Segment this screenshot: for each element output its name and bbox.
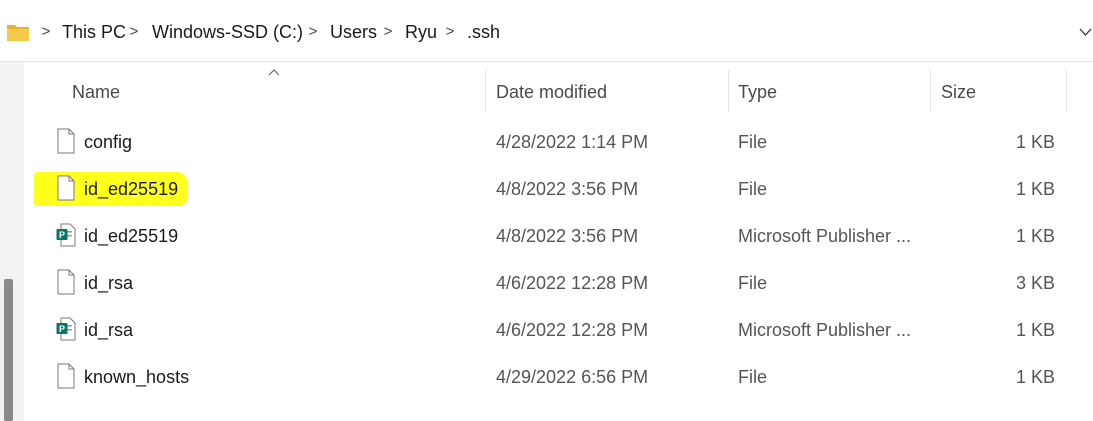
file-row[interactable]: id_ed25519 4/8/2022 3:56 PM File 1 KB [24, 166, 1093, 213]
svg-text:P: P [59, 324, 65, 334]
column-divider[interactable] [728, 70, 729, 112]
svg-text:P: P [59, 230, 65, 240]
chevron-right-icon[interactable]: > [382, 22, 394, 42]
file-row[interactable]: P id_ed25519 4/8/2022 3:56 PM Microsoft … [24, 213, 1093, 260]
file-row[interactable]: known_hosts 4/29/2022 6:56 PM File 1 KB [24, 354, 1093, 401]
column-header-type[interactable]: Type [738, 80, 777, 104]
column-header-name[interactable]: Name [72, 80, 120, 104]
generic-file-icon [57, 269, 75, 295]
publisher-file-icon: P [56, 317, 76, 341]
breadcrumb-this-pc[interactable]: This PC [62, 20, 126, 44]
file-name: id_ed25519 [84, 179, 179, 199]
breadcrumb-windows-ssd[interactable]: Windows-SSD (C:) [152, 20, 303, 44]
file-type: Microsoft Publisher ... [738, 226, 912, 246]
column-header: Name Date modified Type Size [24, 62, 1093, 120]
file-size: 1 KB [1015, 132, 1055, 152]
publisher-file-icon: P [56, 223, 76, 247]
file-row[interactable]: config 4/28/2022 1:14 PM File 1 KB [24, 119, 1093, 166]
folder-icon [7, 25, 29, 41]
file-size: 1 KB [1015, 179, 1055, 199]
file-name: known_hosts [84, 367, 190, 387]
chevron-right-icon[interactable]: > [307, 22, 319, 42]
breadcrumb-ryu[interactable]: Ryu [405, 20, 437, 44]
file-row[interactable]: id_rsa 4/6/2022 12:28 PM File 3 KB [24, 260, 1093, 307]
file-size: 1 KB [1015, 320, 1055, 340]
file-name: id_rsa [84, 273, 134, 293]
breadcrumb-ssh[interactable]: .ssh [467, 20, 500, 44]
column-divider[interactable] [485, 70, 486, 112]
chevron-down-icon[interactable] [1078, 24, 1093, 40]
file-size: 1 KB [1015, 226, 1055, 246]
file-type: File [738, 273, 768, 293]
file-date: 4/29/2022 6:56 PM [496, 367, 649, 387]
file-name: id_rsa [84, 320, 134, 340]
generic-file-icon [57, 175, 75, 201]
column-divider[interactable] [930, 70, 931, 112]
column-header-size[interactable]: Size [941, 80, 976, 104]
file-name: id_ed25519 [84, 226, 179, 246]
chevron-right-icon[interactable]: > [40, 22, 52, 42]
file-date: 4/6/2022 12:28 PM [496, 273, 649, 293]
file-name: config [84, 132, 133, 152]
file-type: File [738, 367, 768, 387]
file-date: 4/6/2022 12:28 PM [496, 320, 649, 340]
breadcrumb-users[interactable]: Users [330, 20, 377, 44]
generic-file-icon [57, 128, 75, 154]
file-type: Microsoft Publisher ... [738, 320, 912, 340]
file-date: 4/8/2022 3:56 PM [496, 179, 639, 199]
file-date: 4/28/2022 1:14 PM [496, 132, 649, 152]
file-type: File [738, 132, 768, 152]
address-bar[interactable]: > This PC > Windows-SSD (C:) > Users > R… [0, 0, 1093, 62]
file-type: File [738, 179, 768, 199]
generic-file-icon [57, 363, 75, 389]
file-row[interactable]: P id_rsa 4/6/2022 12:28 PM Microsoft Pub… [24, 307, 1093, 354]
chevron-right-icon[interactable]: > [128, 22, 140, 42]
file-size: 3 KB [1015, 273, 1055, 293]
file-date: 4/8/2022 3:56 PM [496, 226, 639, 246]
column-divider[interactable] [1066, 70, 1067, 112]
column-header-date-modified[interactable]: Date modified [496, 80, 607, 104]
file-size: 1 KB [1015, 367, 1055, 387]
navigation-pane-scrollbar[interactable] [4, 279, 13, 421]
chevron-right-icon[interactable]: > [444, 22, 456, 42]
